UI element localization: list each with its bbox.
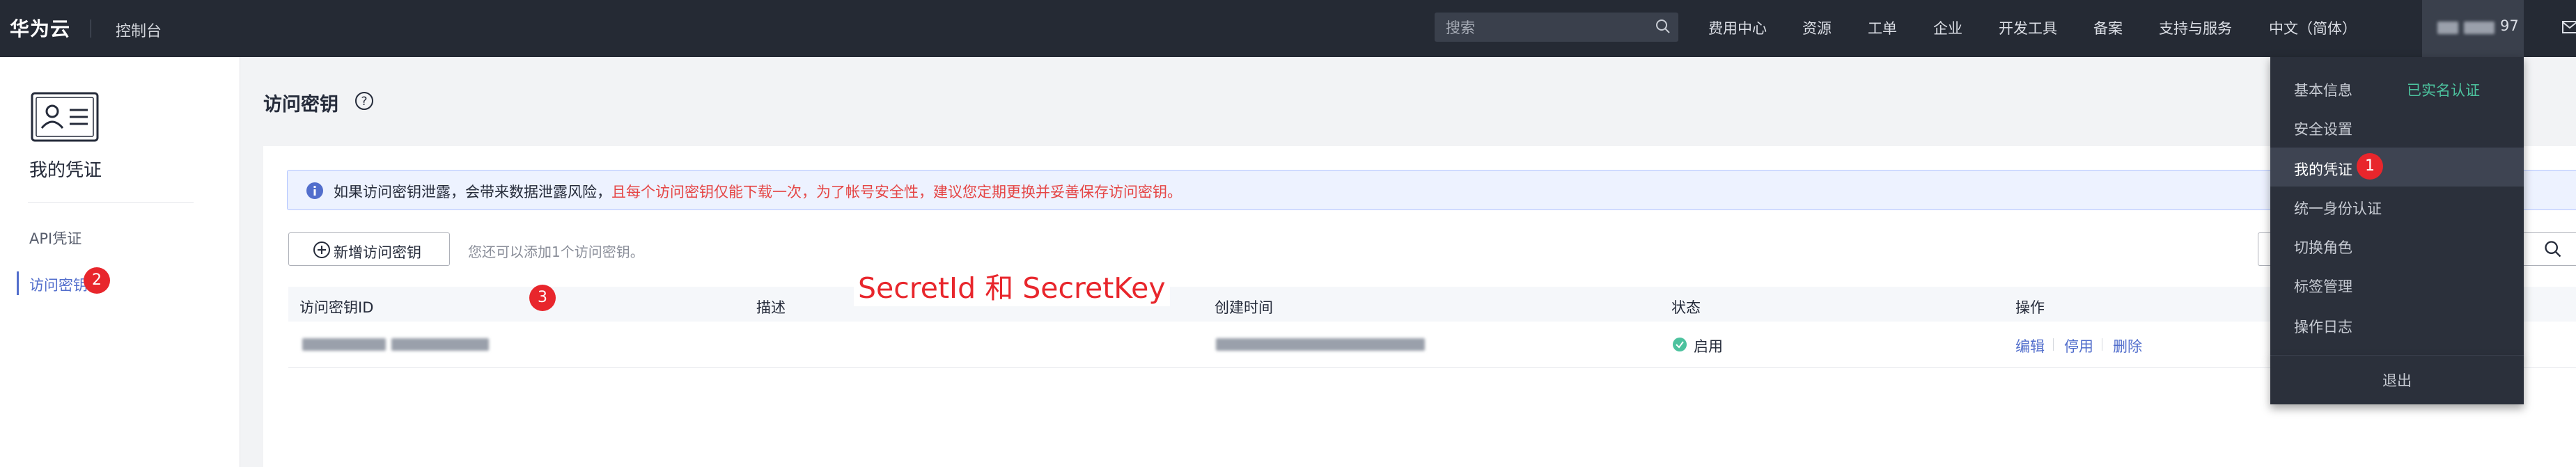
top-navbar: 华为云 控制台 费用中心 资源 工单 企业 开发工具 备案 支持与服务 中文（简… xyxy=(0,0,2576,57)
table-row: 启用 编辑 停用 删除 xyxy=(288,322,2576,368)
edit-link[interactable]: 编辑 xyxy=(2015,335,2045,356)
logout-button[interactable]: 退出 xyxy=(2270,370,2524,390)
menu-item-switch-role[interactable]: 切换角色 xyxy=(2270,225,2524,264)
annotation-badge-2: 2 xyxy=(84,267,110,294)
plus-circle-icon xyxy=(313,241,331,262)
menu-item-basic-info[interactable]: 基本信息 已实名认证 xyxy=(2270,68,2524,107)
column-header-status: 状态 xyxy=(1671,299,1701,316)
menu-item-label: 标签管理 xyxy=(2294,278,2352,295)
credential-icon xyxy=(31,92,99,145)
sidebar-item-api-credentials[interactable]: API凭证 xyxy=(29,228,81,248)
nav-devtools[interactable]: 开发工具 xyxy=(1999,17,2057,38)
nav-icp[interactable]: 备案 xyxy=(2093,17,2123,38)
active-indicator xyxy=(17,271,19,295)
divider xyxy=(2053,338,2054,351)
help-icon[interactable]: ? xyxy=(354,90,375,114)
sidebar: 我的凭证 API凭证 访问密钥 2 xyxy=(0,57,240,467)
column-header-actions: 操作 xyxy=(2015,299,2045,316)
search-icon[interactable] xyxy=(2543,239,2563,262)
username-suffix: 97 xyxy=(2500,17,2519,34)
logout-section: 退出 xyxy=(2270,356,2524,404)
divider xyxy=(28,202,194,203)
column-header-created: 创建时间 xyxy=(1215,299,1273,316)
annotation-secret-label: SecretId 和 SecretKey xyxy=(854,264,1170,306)
global-search[interactable] xyxy=(1435,13,1678,42)
console-link[interactable]: 控制台 xyxy=(116,19,162,41)
nav-tickets[interactable]: 工单 xyxy=(1868,17,1897,38)
nav-language[interactable]: 中文（简体） xyxy=(2269,17,2357,38)
alert-text-warning: 且每个访问密钥仅能下载一次，为了帐号安全性，建议您定期更换并妥善保存访问密钥。 xyxy=(611,184,1182,200)
table-header: 访问密钥ID 描述 创建时间 状态 操作 xyxy=(288,287,2576,322)
menu-item-label: 安全设置 xyxy=(2294,121,2352,138)
info-alert: 如果访问密钥泄露，会带来数据泄露风险，且每个访问密钥仅能下载一次，为了帐号安全性… xyxy=(287,170,2576,210)
menu-item-my-credentials[interactable]: 我的凭证 1 xyxy=(2270,148,2524,187)
nav-enterprise[interactable]: 企业 xyxy=(1933,17,1962,38)
nav-support[interactable]: 支持与服务 xyxy=(2159,17,2232,38)
column-header-key-id: 访问密钥ID xyxy=(299,299,374,316)
disable-link[interactable]: 停用 xyxy=(2064,335,2093,356)
logo[interactable]: 华为云 xyxy=(10,14,70,42)
menu-item-security[interactable]: 安全设置 xyxy=(2270,107,2524,146)
search-icon[interactable] xyxy=(1655,18,1671,38)
mail-icon[interactable] xyxy=(2561,19,2576,38)
account-dropdown-menu: 基本信息 已实名认证 安全设置 我的凭证 1 统一身份认证 切换角色 标签管理 … xyxy=(2270,57,2524,359)
menu-item-label: 我的凭证 xyxy=(2294,161,2352,178)
access-key-card: 如果访问密钥泄露，会带来数据泄露风险，且每个访问密钥仅能下载一次，为了帐号安全性… xyxy=(263,146,2576,467)
column-header-description: 描述 xyxy=(756,299,786,316)
redacted-created-time xyxy=(1216,338,1425,351)
verified-badge: 已实名认证 xyxy=(2407,82,2480,99)
annotation-badge-3: 3 xyxy=(529,285,556,311)
alert-text-normal: 如果访问密钥泄露，会带来数据泄露风险， xyxy=(334,184,611,200)
add-button-label: 新增访问密钥 xyxy=(334,244,421,261)
delete-link[interactable]: 删除 xyxy=(2113,335,2142,356)
redacted-access-key-id xyxy=(391,338,489,351)
redacted-access-key-id xyxy=(302,338,386,351)
menu-item-label: 统一身份认证 xyxy=(2294,200,2382,217)
menu-item-iam[interactable]: 统一身份认证 xyxy=(2270,187,2524,225)
svg-text:?: ? xyxy=(361,95,367,109)
quota-hint: 您还可以添加1个访问密钥。 xyxy=(468,244,644,260)
alert-message: 如果访问密钥泄露，会带来数据泄露风险，且每个访问密钥仅能下载一次，为了帐号安全性… xyxy=(334,181,1182,202)
user-account-menu[interactable]: 97 xyxy=(2422,0,2524,57)
redacted-username xyxy=(2464,22,2495,34)
page-title: 访问密钥 xyxy=(263,94,338,116)
add-access-key-button[interactable]: 新增访问密钥 xyxy=(288,232,450,266)
menu-item-tags[interactable]: 标签管理 xyxy=(2270,264,2524,303)
menu-item-label: 操作日志 xyxy=(2294,319,2352,335)
menu-item-operation-log[interactable]: 操作日志 xyxy=(2270,305,2524,344)
sidebar-item-access-keys[interactable]: 访问密钥 xyxy=(29,274,88,295)
annotation-badge-1: 1 xyxy=(2357,153,2383,180)
info-icon xyxy=(306,182,324,203)
status-label: 启用 xyxy=(1694,338,1723,355)
nav-resources[interactable]: 资源 xyxy=(1802,17,1832,38)
menu-item-label: 切换角色 xyxy=(2294,239,2352,256)
menu-item-label: 基本信息 xyxy=(2294,82,2352,99)
sidebar-title: 我的凭证 xyxy=(29,160,102,181)
search-input[interactable] xyxy=(1444,17,1642,39)
status-enabled-icon xyxy=(1672,337,1687,355)
nav-billing[interactable]: 费用中心 xyxy=(1708,17,1767,38)
redacted-username xyxy=(2437,22,2458,34)
